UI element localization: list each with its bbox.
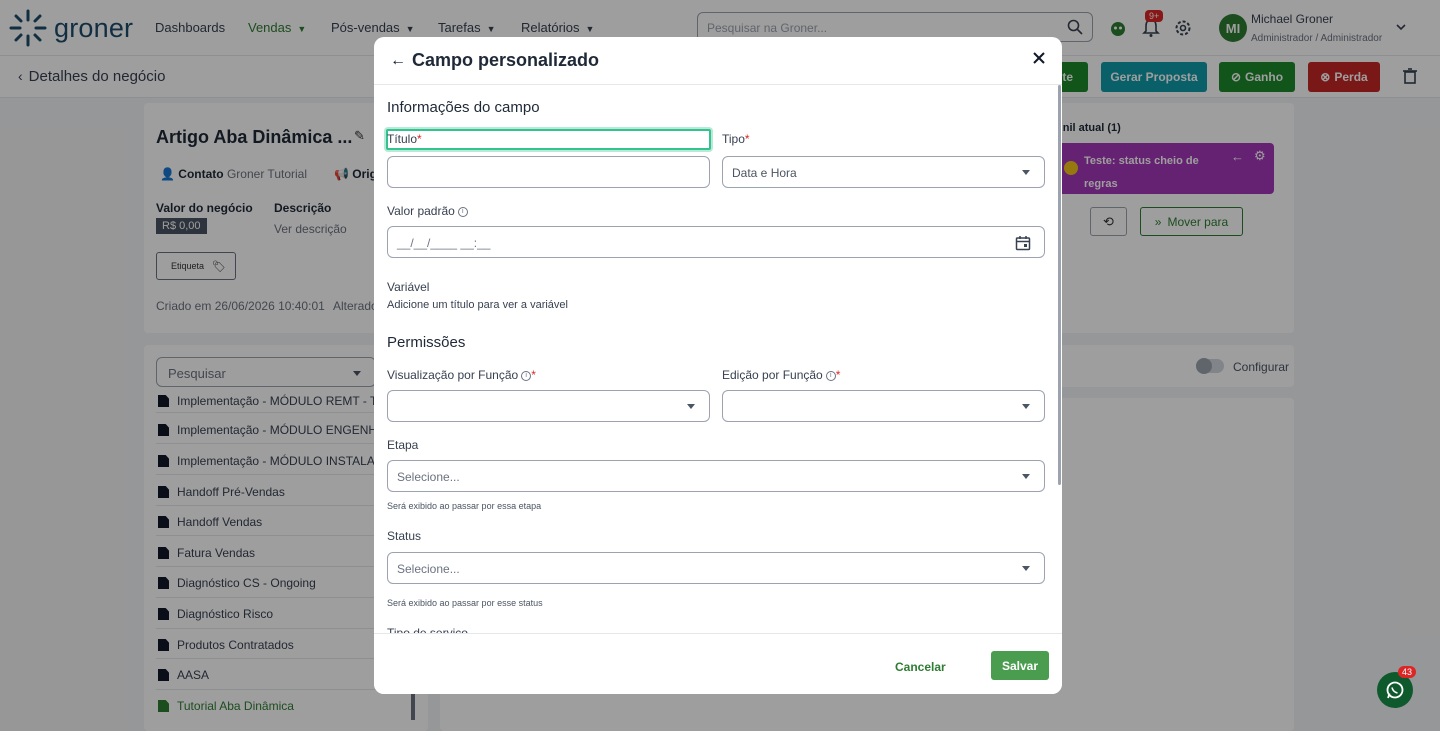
etapa-placeholder: Selecione... [397, 470, 460, 484]
modal-scrollbar[interactable] [1058, 85, 1061, 485]
whatsapp-icon [1386, 681, 1404, 699]
edicao-label: Edição por Função i * [722, 368, 840, 382]
custom-field-modal: ← Campo personalizado Informações do cam… [374, 37, 1062, 694]
info-icon[interactable]: i [825, 370, 836, 381]
valor-padrao-label: Valor padrão i [387, 204, 468, 218]
caret-down-icon [1022, 474, 1030, 479]
section-perm-title: Permissões [387, 334, 466, 351]
status-placeholder: Selecione... [397, 562, 460, 576]
whatsapp-badge: 43 [1398, 666, 1417, 678]
caret-down-icon [1022, 170, 1030, 175]
required-mark: * [835, 368, 841, 382]
tipo-select[interactable]: Data e Hora [722, 156, 1045, 188]
etapa-select[interactable]: Selecione... [387, 460, 1045, 492]
label-text: Título [387, 132, 418, 146]
visualizacao-select[interactable] [387, 390, 710, 422]
close-icon[interactable] [1032, 51, 1046, 65]
status-helper: Será exibido ao passar por esse status [387, 598, 543, 608]
required-mark: * [744, 132, 750, 146]
arrow-left-icon[interactable]: ← [390, 52, 406, 70]
valor-padrao-datetime-input[interactable]: __/__/____ __:__ [387, 226, 1045, 258]
info-icon[interactable]: i [521, 370, 532, 381]
titulo-input[interactable] [387, 156, 710, 188]
variavel-label: Variável [387, 280, 430, 294]
caret-down-icon [687, 404, 695, 409]
edicao-select[interactable] [722, 390, 1045, 422]
cancel-button[interactable]: Cancelar [895, 660, 946, 674]
modal-title: Campo personalizado [412, 50, 600, 70]
etapa-label: Etapa [387, 438, 419, 452]
caret-down-icon [1022, 566, 1030, 571]
modal-header: ← Campo personalizado [374, 37, 1062, 85]
etapa-helper: Será exibido ao passar por essa etapa [387, 501, 542, 511]
titulo-label: Título* [387, 132, 422, 146]
tipo-value: Data e Hora [732, 166, 797, 180]
status-select[interactable]: Selecione... [387, 552, 1045, 584]
modal-footer: Cancelar Salvar [374, 633, 1062, 694]
section-info-title: Informações do campo [387, 99, 540, 116]
info-icon[interactable]: i [457, 206, 468, 217]
status-label: Status [387, 529, 422, 543]
label-text: Tipo [722, 132, 745, 146]
visualizacao-label: Visualização por Função i * [387, 368, 536, 382]
required-mark: * [531, 368, 536, 382]
button-label: Salvar [1001, 658, 1039, 673]
datetime-mask: __/__/____ __:__ [397, 236, 491, 250]
tipo-label: Tipo* [722, 132, 750, 146]
label-text: Visualização por Função [387, 368, 519, 382]
titulo-label-focus [386, 129, 711, 150]
variavel-hint: Adicione um título para ver a variável [387, 299, 568, 311]
required-mark: * [417, 132, 422, 146]
save-button[interactable]: Salvar [991, 651, 1049, 680]
caret-down-icon [1022, 404, 1030, 409]
label-text: Valor padrão [387, 204, 455, 218]
calendar-icon[interactable] [1015, 235, 1031, 251]
label-text: Edição por Função [722, 368, 823, 382]
